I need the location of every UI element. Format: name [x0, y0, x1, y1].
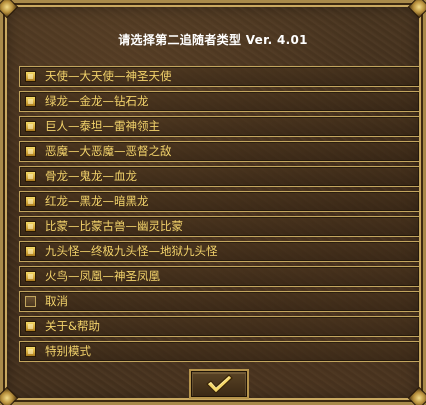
menu-item-about-help[interactable]: 关于&帮助 — [19, 316, 420, 337]
menu-item-label: 关于&帮助 — [45, 318, 100, 333]
menu-item-label: 巨人—泰坦—雷神领主 — [45, 118, 160, 133]
filled-square-icon — [25, 196, 36, 207]
menu-item-cancel[interactable]: 取消 — [19, 291, 420, 312]
menu-item-label: 火鸟—凤凰—神圣凤凰 — [45, 268, 160, 283]
menu-item-label: 特别模式 — [45, 343, 91, 358]
empty-square-icon — [25, 296, 36, 307]
dialog-window: 请选择第二追随者类型 Ver. 4.01 天使—大天使—神圣天使 绿龙—金龙—钻… — [0, 0, 426, 405]
filled-square-icon — [25, 271, 36, 282]
menu-item-behemoth[interactable]: 比蒙—比蒙古兽—幽灵比蒙 — [19, 216, 420, 237]
menu-item-label: 比蒙—比蒙古兽—幽灵比蒙 — [45, 218, 183, 233]
menu-item-special-mode[interactable]: 特别模式 — [19, 341, 420, 362]
menu-item-hydra[interactable]: 九头怪—终极九头怪—地狱九头怪 — [19, 241, 420, 262]
filled-square-icon — [25, 96, 36, 107]
menu-item-bone-dragon[interactable]: 骨龙—鬼龙—血龙 — [19, 166, 420, 187]
dialog-title: 请选择第二追随者类型 Ver. 4.01 — [118, 33, 308, 47]
ok-button[interactable] — [189, 369, 249, 399]
menu-item-giant[interactable]: 巨人—泰坦—雷神领主 — [19, 116, 420, 137]
menu-item-red-dragon[interactable]: 红龙—黑龙—暗黑龙 — [19, 191, 420, 212]
menu-item-label: 天使—大天使—神圣天使 — [45, 68, 172, 83]
filled-square-icon — [25, 146, 36, 157]
corner-ornament — [407, 386, 426, 405]
menu-item-green-dragon[interactable]: 绿龙—金龙—钻石龙 — [19, 91, 420, 112]
corner-ornament — [0, 386, 19, 405]
menu-item-label: 九头怪—终极九头怪—地狱九头怪 — [45, 243, 218, 258]
menu-item-angel[interactable]: 天使—大天使—神圣天使 — [19, 66, 420, 87]
filled-square-icon — [25, 221, 36, 232]
menu-item-label: 红龙—黑龙—暗黑龙 — [45, 193, 149, 208]
corner-ornament — [407, 0, 426, 19]
option-menu: 天使—大天使—神圣天使 绿龙—金龙—钻石龙 巨人—泰坦—雷神领主 恶魔—大恶魔—… — [19, 66, 420, 366]
menu-item-label: 骨龙—鬼龙—血龙 — [45, 168, 137, 183]
filled-square-icon — [25, 121, 36, 132]
menu-item-label: 取消 — [45, 293, 68, 308]
corner-ornament — [0, 0, 19, 19]
menu-item-label: 恶魔—大恶魔—恶督之敌 — [45, 143, 172, 158]
filled-square-icon — [25, 171, 36, 182]
checkmark-icon — [206, 374, 233, 394]
filled-square-icon — [25, 71, 36, 82]
menu-item-firebird[interactable]: 火鸟—凤凰—神圣凤凰 — [19, 266, 420, 287]
filled-square-icon — [25, 346, 36, 357]
filled-square-icon — [25, 246, 36, 257]
filled-square-icon — [25, 321, 36, 332]
menu-item-label: 绿龙—金龙—钻石龙 — [45, 93, 149, 108]
menu-item-devil[interactable]: 恶魔—大恶魔—恶督之敌 — [19, 141, 420, 162]
